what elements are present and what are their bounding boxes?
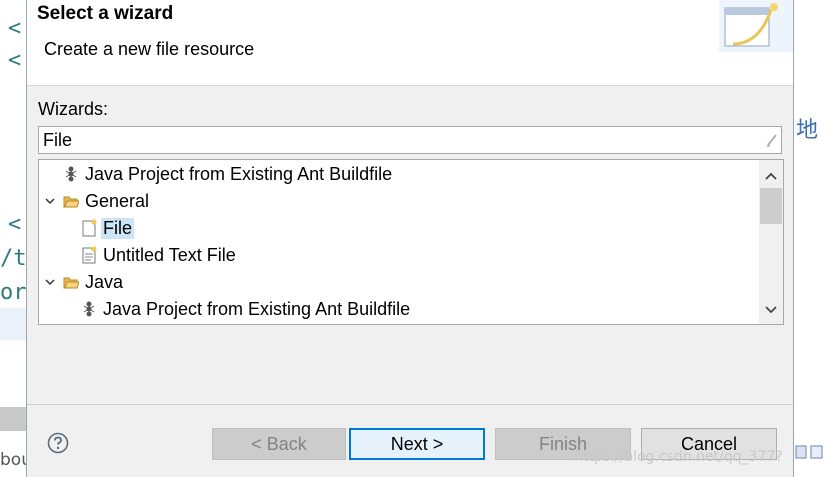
code-fragment: < — [8, 48, 22, 73]
wizard-filter-input[interactable] — [38, 126, 782, 154]
tree-item-general[interactable]: General — [43, 188, 151, 214]
folder-open-icon — [63, 277, 79, 289]
banner-description: Create a new file resource — [44, 39, 255, 59]
new-wizard-dialog: Select a wizard Create a new file resour… — [26, 0, 794, 477]
ant-icon — [65, 166, 77, 182]
watermark: https://blog.csdn.net/qq_377? — [574, 449, 783, 465]
back-button[interactable]: < Back — [212, 428, 346, 460]
scroll-up-icon[interactable] — [759, 166, 783, 186]
ant-icon — [83, 301, 95, 317]
tree-item-label: Java Project from Existing Ant Buildfile — [103, 298, 411, 319]
tree-item-ant-project-1[interactable]: Java Project from Existing Ant Buildfile — [63, 161, 394, 187]
tree-scrollbar[interactable] — [759, 160, 783, 324]
tree-item-label: Untitled Text File — [103, 244, 236, 265]
tree-item-label: General — [85, 190, 150, 211]
editor-status-area — [0, 407, 28, 431]
wizard-banner-icon — [719, 0, 793, 52]
tree-item-java[interactable]: Java — [43, 269, 125, 295]
scroll-thumb[interactable] — [760, 188, 782, 224]
code-fragment: < — [8, 16, 22, 41]
wizards-label: Wizards: — [38, 99, 109, 119]
next-button[interactable]: Next > — [349, 428, 485, 460]
tree-item-label: File — [101, 217, 135, 239]
wizard-banner: Select a wizard Create a new file resour… — [27, 0, 793, 86]
button-bar-separator — [27, 404, 793, 405]
folder-open-icon — [63, 196, 79, 208]
tree-item-file[interactable]: File — [81, 215, 135, 241]
text-file-icon — [82, 246, 97, 264]
tree-item-untitled-text-file[interactable]: Untitled Text File — [81, 242, 238, 268]
code-fragment: or — [0, 280, 27, 305]
toolbar-icons[interactable] — [794, 442, 825, 462]
tree-item-label: Java — [85, 271, 124, 292]
tree-item-ant-project-2[interactable]: Java Project from Existing Ant Buildfile — [81, 296, 412, 322]
banner-title: Select a wizard — [37, 3, 174, 24]
editor-right-strip — [794, 0, 825, 477]
help-icon[interactable] — [47, 432, 69, 454]
editor-cjk-text: 地 — [796, 118, 819, 143]
chevron-down-icon[interactable] — [43, 275, 57, 289]
code-fragment: /t — [0, 246, 27, 271]
new-file-icon — [82, 219, 97, 237]
tree-item-label: Java Project from Existing Ant Buildfile — [85, 163, 393, 184]
code-fragment: < — [8, 212, 22, 237]
scroll-down-icon[interactable] — [759, 300, 783, 320]
wizard-tree[interactable]: Java Project from Existing Ant Buildfile… — [38, 159, 784, 325]
clear-filter-icon[interactable] — [764, 131, 780, 149]
chevron-down-icon[interactable] — [43, 194, 57, 208]
